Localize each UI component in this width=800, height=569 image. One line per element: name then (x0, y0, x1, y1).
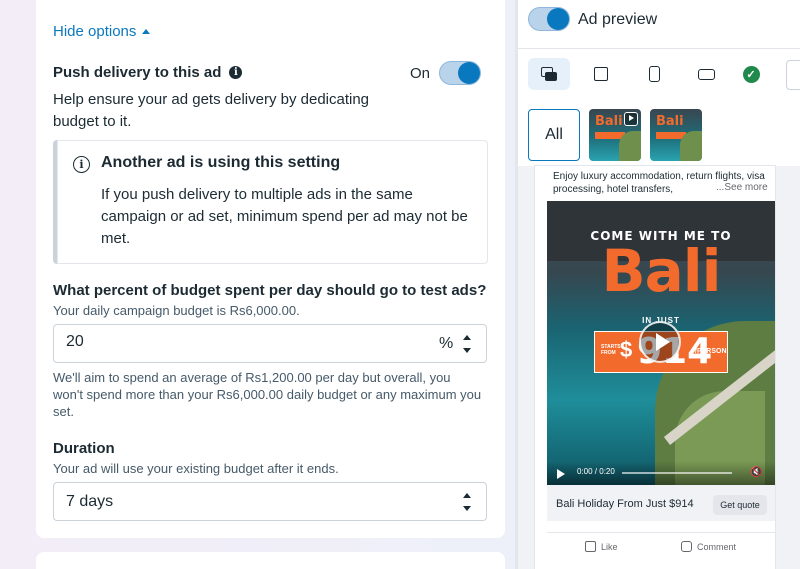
thumbs-up-icon (585, 541, 596, 552)
placement-feed-button[interactable] (528, 58, 570, 90)
video-progress-bar[interactable] (622, 472, 732, 474)
feed-layout-icon (541, 67, 557, 81)
thumb-cliff (680, 131, 702, 161)
push-delivery-title: Push delivery to this ad (53, 64, 222, 81)
video-dollar: $ (620, 337, 633, 362)
video-starts-from: STARTS FROM (601, 344, 621, 356)
notice-body: If you push delivery to multiple ads in … (101, 186, 468, 247)
comment-icon (681, 541, 692, 552)
hide-options-label: Hide options (53, 23, 137, 40)
thumb-cliff (619, 131, 641, 161)
budget-percent-field[interactable]: % (53, 324, 487, 363)
thumb-all-button[interactable]: All (528, 109, 580, 161)
duration-subtitle: Your ad will use your existing budget af… (53, 461, 339, 476)
duration-select[interactable]: 7 days (53, 482, 487, 521)
budget-question-subtitle: Your daily campaign budget is Rs6,000.00… (53, 303, 300, 318)
comment-label: Comment (697, 541, 737, 552)
thumb-title: Bali (595, 114, 623, 129)
thumb-video[interactable]: Bali (589, 109, 641, 161)
cta-title: Bali Holiday From Just $914 (556, 498, 694, 510)
video-per-person: /PERSON (695, 348, 727, 355)
play-circle-icon[interactable] (639, 321, 681, 363)
horizontal-icon (697, 68, 715, 80)
video-time: 0:00 / 0:20 (577, 467, 615, 476)
notice-title: Another ad is using this setting (101, 154, 341, 171)
budget-percent-input[interactable] (66, 333, 406, 351)
get-quote-button[interactable]: Get quote (713, 495, 767, 515)
push-delivery-description: Help ensure your ad gets delivery by ded… (53, 91, 370, 130)
placement-horizontal-button[interactable] (685, 58, 727, 90)
toolbar-divider (518, 48, 800, 49)
duration-value: 7 days (66, 493, 114, 510)
see-more-link[interactable]: ...See more (716, 182, 768, 193)
toggle-knob (458, 62, 480, 84)
like-label: Like (601, 541, 618, 552)
square-icon (594, 67, 608, 81)
budget-help-text: We'll aim to spend an average of Rs1,200… (53, 370, 482, 419)
ad-preview-label: Ad preview (578, 11, 658, 28)
info-circle-icon: i (73, 156, 90, 173)
stepper-icon[interactable] (462, 333, 472, 355)
video-player[interactable]: COME WITH ME TO Bali IN JUST STARTS FROM… (547, 201, 775, 485)
thumb-title: Bali (656, 114, 684, 129)
thumb-image[interactable]: Bali (650, 109, 702, 161)
push-delivery-toggle[interactable] (439, 61, 481, 85)
caret-up-icon (142, 29, 151, 34)
notice-box: i Another ad is using this setting If yo… (53, 140, 488, 264)
push-delivery-heading: Push delivery to this ad i (53, 64, 243, 81)
check-circle-icon: ✓ (742, 65, 760, 83)
play-icon (624, 112, 638, 126)
select-arrows-icon (462, 491, 472, 513)
video-headline: Bali (601, 237, 721, 305)
budget-question-title: What percent of budget spent per day sho… (53, 282, 487, 299)
push-delivery-toggle-label: On (410, 65, 431, 82)
ad-preview-toggle[interactable] (528, 7, 570, 31)
duration-title: Duration (53, 440, 115, 457)
hide-options-link[interactable]: Hide options (53, 23, 151, 40)
like-button[interactable]: Like (585, 541, 618, 552)
next-section-card (36, 552, 505, 569)
placement-check-button[interactable]: ✓ (730, 58, 772, 90)
placement-square-button[interactable] (580, 58, 622, 90)
info-icon[interactable]: i (229, 66, 243, 79)
control-play-icon[interactable] (557, 469, 565, 479)
video-controls: 0:00 / 0:20 🔇 (547, 461, 775, 485)
placement-vertical-button[interactable] (633, 58, 675, 90)
percent-unit: % (439, 335, 454, 352)
mute-icon[interactable]: 🔇 (750, 467, 762, 478)
toggle-knob (547, 8, 569, 30)
comment-button[interactable]: Comment (681, 541, 736, 552)
more-options-button[interactable] (786, 60, 800, 90)
actions-divider (547, 532, 775, 533)
vertical-icon (648, 66, 660, 82)
